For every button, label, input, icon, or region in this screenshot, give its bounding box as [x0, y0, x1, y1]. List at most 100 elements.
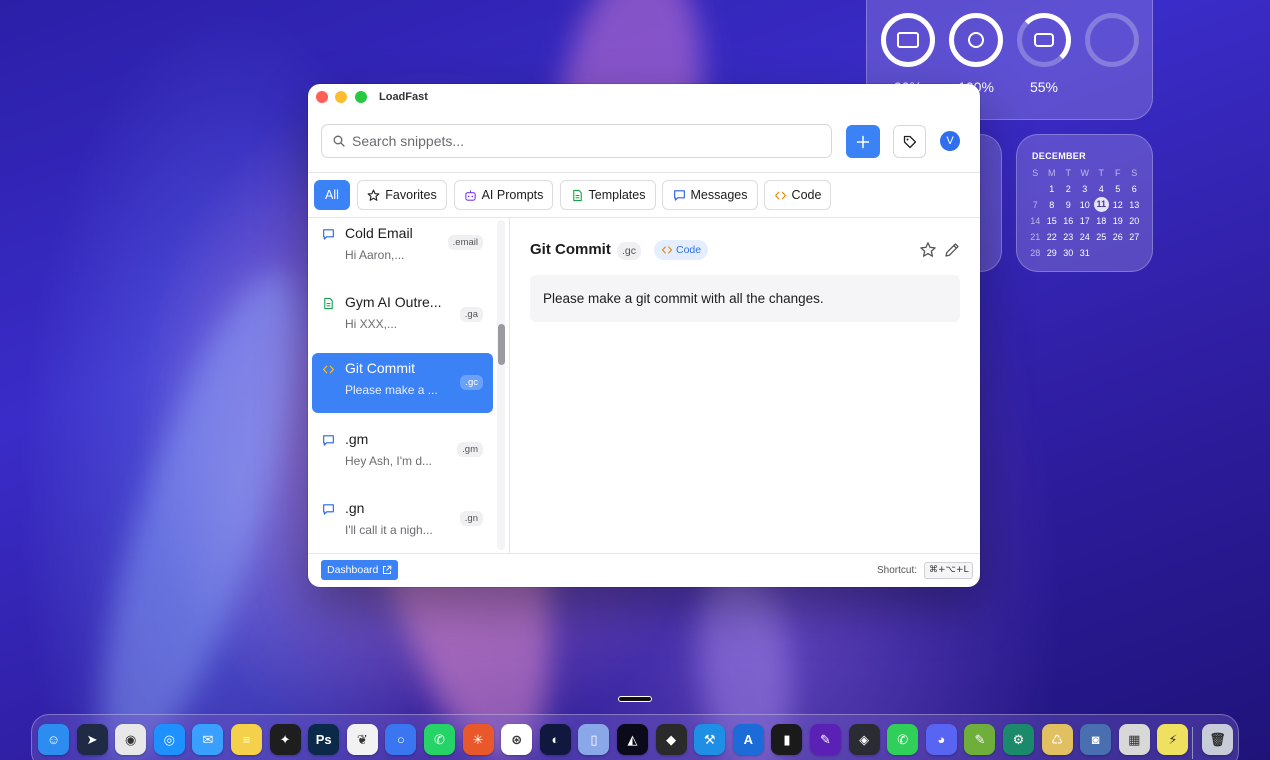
calendar-day: 15	[1046, 216, 1057, 226]
tab-label: Messages	[690, 188, 748, 202]
snippet-title: .gn	[345, 500, 365, 516]
calendar-day	[1027, 181, 1044, 197]
dashboard-button[interactable]: Dashboard	[321, 560, 399, 580]
zoom-button[interactable]	[355, 91, 367, 103]
telegram-icon[interactable]: ➤	[76, 724, 108, 755]
list-item-selected[interactable]: Git Commit Please make a ... .gc	[312, 353, 493, 413]
figma-icon[interactable]: ✦	[269, 724, 301, 755]
robot-icon	[464, 189, 476, 201]
minimize-button[interactable]	[335, 91, 347, 103]
calendar-day: 10	[1079, 200, 1090, 210]
battery-ring-airpods	[949, 13, 1003, 67]
calendar-weekday: S	[1032, 168, 1039, 178]
tab-label: Favorites	[385, 188, 437, 202]
notes-icon[interactable]: ≡	[231, 724, 262, 755]
tab-all[interactable]: All	[314, 180, 350, 210]
calendar-day: 31	[1079, 248, 1090, 258]
photoshop-icon[interactable]: Ps	[308, 724, 340, 755]
snippet-shortcut-badge: .ga	[459, 307, 483, 322]
app-store-icon[interactable]: A	[732, 724, 764, 755]
ghost-icon[interactable]: ◐	[539, 724, 571, 755]
list-item[interactable]: Gym AI Outre... Hi XXX,... .ga	[312, 287, 493, 347]
signal-icon[interactable]: ○	[385, 724, 417, 755]
battery-ring-laptop	[881, 13, 935, 67]
list-item[interactable]: Cold Email Hi Aaron,... .email	[312, 218, 493, 278]
snippet-preview: Please make a ...	[345, 383, 438, 397]
case-icon	[1034, 33, 1054, 47]
snippet-shortcut-badge: .gn	[459, 511, 483, 526]
calendar-month: DECEMBER	[1032, 151, 1086, 161]
calendar-day: 30	[1063, 248, 1074, 258]
calendar-grid: S M T W T F S 1 2 3 4 5 6 7 8 9 10 11 12 13 14 15 16 17 18 19 20 21…	[1027, 165, 1143, 261]
mongodb-icon[interactable]: ❦	[346, 724, 378, 755]
brush-app-icon[interactable]: ✎	[964, 724, 996, 755]
calendar-day: 20	[1129, 216, 1140, 226]
plus-icon	[856, 135, 870, 148]
voice-memos-icon[interactable]: ▮	[771, 724, 803, 755]
mail-icon[interactable]: ✉	[192, 724, 224, 755]
calendar-day: 19	[1112, 216, 1123, 226]
calendar-day: 3	[1082, 184, 1088, 194]
finder-icon[interactable]: ☺	[38, 724, 69, 755]
avatar[interactable]: V	[940, 131, 960, 151]
tab-templates[interactable]: Templates	[560, 180, 656, 210]
calendar-day: 28	[1030, 248, 1041, 258]
search-icon	[333, 135, 345, 147]
calendar-today: 11	[1093, 197, 1109, 212]
battery-percent: 55%	[1029, 79, 1059, 95]
calendar-weekday: M	[1048, 168, 1056, 178]
chrome-icon[interactable]: ◉	[115, 724, 147, 755]
calendar-day: 1	[1049, 184, 1055, 194]
tab-ai-prompts[interactable]: AI Prompts	[454, 180, 553, 210]
calendar-day: 22	[1046, 232, 1057, 242]
search-box[interactable]	[321, 124, 832, 158]
discord-icon[interactable]: ◕	[925, 724, 957, 755]
calendar-day: 24	[1079, 232, 1090, 242]
tag-icon	[903, 135, 916, 148]
safari-icon[interactable]: ◎	[153, 724, 185, 755]
calendar-day: 11	[1093, 197, 1110, 213]
add-snippet-button[interactable]	[846, 125, 880, 158]
claude-icon[interactable]: ✳	[462, 724, 494, 755]
calendar-day	[1126, 245, 1143, 261]
recycle-app-icon[interactable]: ♺	[1041, 724, 1073, 755]
chatgpt-icon[interactable]: ⊛	[501, 724, 533, 755]
snippet-title: Git Commit	[345, 360, 415, 376]
list-item[interactable]: .gn I'll call it a nigh... .gn	[312, 493, 493, 553]
whatsapp-icon[interactable]: ✆	[424, 724, 455, 755]
list-scroll-track[interactable]	[497, 220, 505, 550]
arc-icon[interactable]: ◭	[617, 724, 648, 755]
detail-category-badge: Code	[654, 240, 709, 260]
titlebar: LoadFast	[308, 84, 980, 112]
simulator-icon[interactable]: ▯	[578, 724, 610, 755]
calendar-day: 14	[1030, 216, 1041, 226]
tab-code[interactable]: Code	[764, 180, 831, 210]
tags-button[interactable]	[893, 125, 926, 158]
close-button[interactable]	[316, 91, 328, 103]
search-input[interactable]	[352, 125, 822, 157]
cog-app-icon[interactable]: ⚙	[1003, 724, 1034, 755]
calendar-day: 23	[1063, 232, 1074, 242]
snippet-preview: Hi XXX,...	[345, 317, 398, 331]
external-link-icon	[383, 565, 392, 574]
calendar-widget: DECEMBER S M T W T F S 1 2 3 4 5 6 7 8 9 10 11 12 13 14 15 16 1…	[1016, 134, 1153, 272]
list-item[interactable]: .gm Hey Ash, I'm d... .gm	[312, 424, 493, 484]
cube-icon[interactable]: ◆	[655, 724, 687, 755]
favorite-star-icon[interactable]	[919, 241, 937, 259]
lightning-app-icon[interactable]: ⚡	[1157, 724, 1189, 755]
calendar-day: 26	[1112, 232, 1123, 242]
edit-pencil-icon[interactable]	[943, 241, 961, 259]
snippet-title: .gm	[345, 431, 369, 447]
list-scrollbar[interactable]	[498, 324, 505, 365]
calculator-icon[interactable]: ▦	[1118, 724, 1150, 755]
phone-icon[interactable]: ✆	[887, 724, 919, 755]
trash-icon[interactable]: 🗑	[1202, 724, 1233, 755]
xcode-icon[interactable]: ⚒	[694, 724, 726, 755]
pen-app-icon[interactable]: ✎	[810, 724, 841, 755]
tab-messages[interactable]: Messages	[662, 180, 758, 210]
star-icon	[367, 189, 380, 201]
storage-app-icon[interactable]: ◙	[1080, 724, 1112, 755]
tab-favorites[interactable]: Favorites	[357, 180, 447, 210]
davinci-icon[interactable]: ◈	[848, 724, 880, 755]
message-icon	[323, 229, 334, 240]
